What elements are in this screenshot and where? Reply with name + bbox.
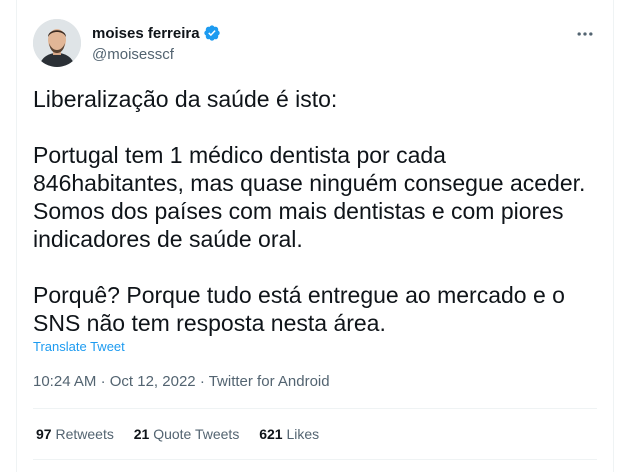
tweet-date[interactable]: Oct 12, 2022 bbox=[110, 373, 196, 390]
tweet-metadata: 10:24 AM · Oct 12, 2022 · Twitter for An… bbox=[33, 373, 330, 390]
author-names: moises ferreira @moisesscf bbox=[92, 23, 221, 63]
tweet-card: moises ferreira @moisesscf Liberalização… bbox=[16, 0, 614, 472]
likes-count: 621 bbox=[259, 426, 283, 442]
translate-tweet-link[interactable]: Translate Tweet bbox=[33, 339, 125, 354]
retweets-count: 97 bbox=[36, 426, 52, 442]
author-handle[interactable]: @moisesscf bbox=[92, 46, 221, 63]
meta-separator: · bbox=[100, 373, 106, 390]
quote-tweets-label: Quote Tweets bbox=[153, 426, 240, 442]
quote-tweets-stat[interactable]: 21 Quote Tweets bbox=[134, 426, 240, 442]
avatar[interactable] bbox=[33, 19, 81, 67]
tweet-header: moises ferreira @moisesscf bbox=[17, 16, 613, 68]
engagement-stats: 97 Retweets 21 Quote Tweets 621 Likes bbox=[36, 426, 335, 442]
display-name-row: moises ferreira bbox=[92, 23, 221, 43]
tweet-time[interactable]: 10:24 AM bbox=[33, 373, 96, 390]
likes-label: Likes bbox=[286, 426, 320, 442]
divider bbox=[33, 459, 597, 460]
verified-badge-icon bbox=[203, 25, 220, 41]
retweets-label: Retweets bbox=[55, 426, 114, 442]
tweet-paragraph: Porquê? Porque tudo está entregue ao mer… bbox=[33, 282, 565, 336]
tweet-text: Liberalização da saúde é isto: Portugal … bbox=[33, 85, 603, 337]
author-display-name[interactable]: moises ferreira bbox=[92, 25, 200, 42]
quote-tweets-count: 21 bbox=[133, 426, 150, 442]
retweets-stat[interactable]: 97 Retweets bbox=[36, 426, 114, 442]
more-options-icon[interactable] bbox=[575, 24, 595, 44]
tweet-paragraph: Liberalização da saúde é isto: bbox=[33, 86, 338, 112]
meta-separator: · bbox=[199, 373, 205, 390]
tweet-source[interactable]: Twitter for Android bbox=[209, 373, 330, 390]
divider bbox=[33, 408, 597, 409]
tweet-paragraph: Portugal tem 1 médico dentista por cada … bbox=[33, 142, 586, 252]
avatar-image bbox=[33, 19, 81, 67]
likes-stat[interactable]: 621 Likes bbox=[259, 426, 319, 442]
